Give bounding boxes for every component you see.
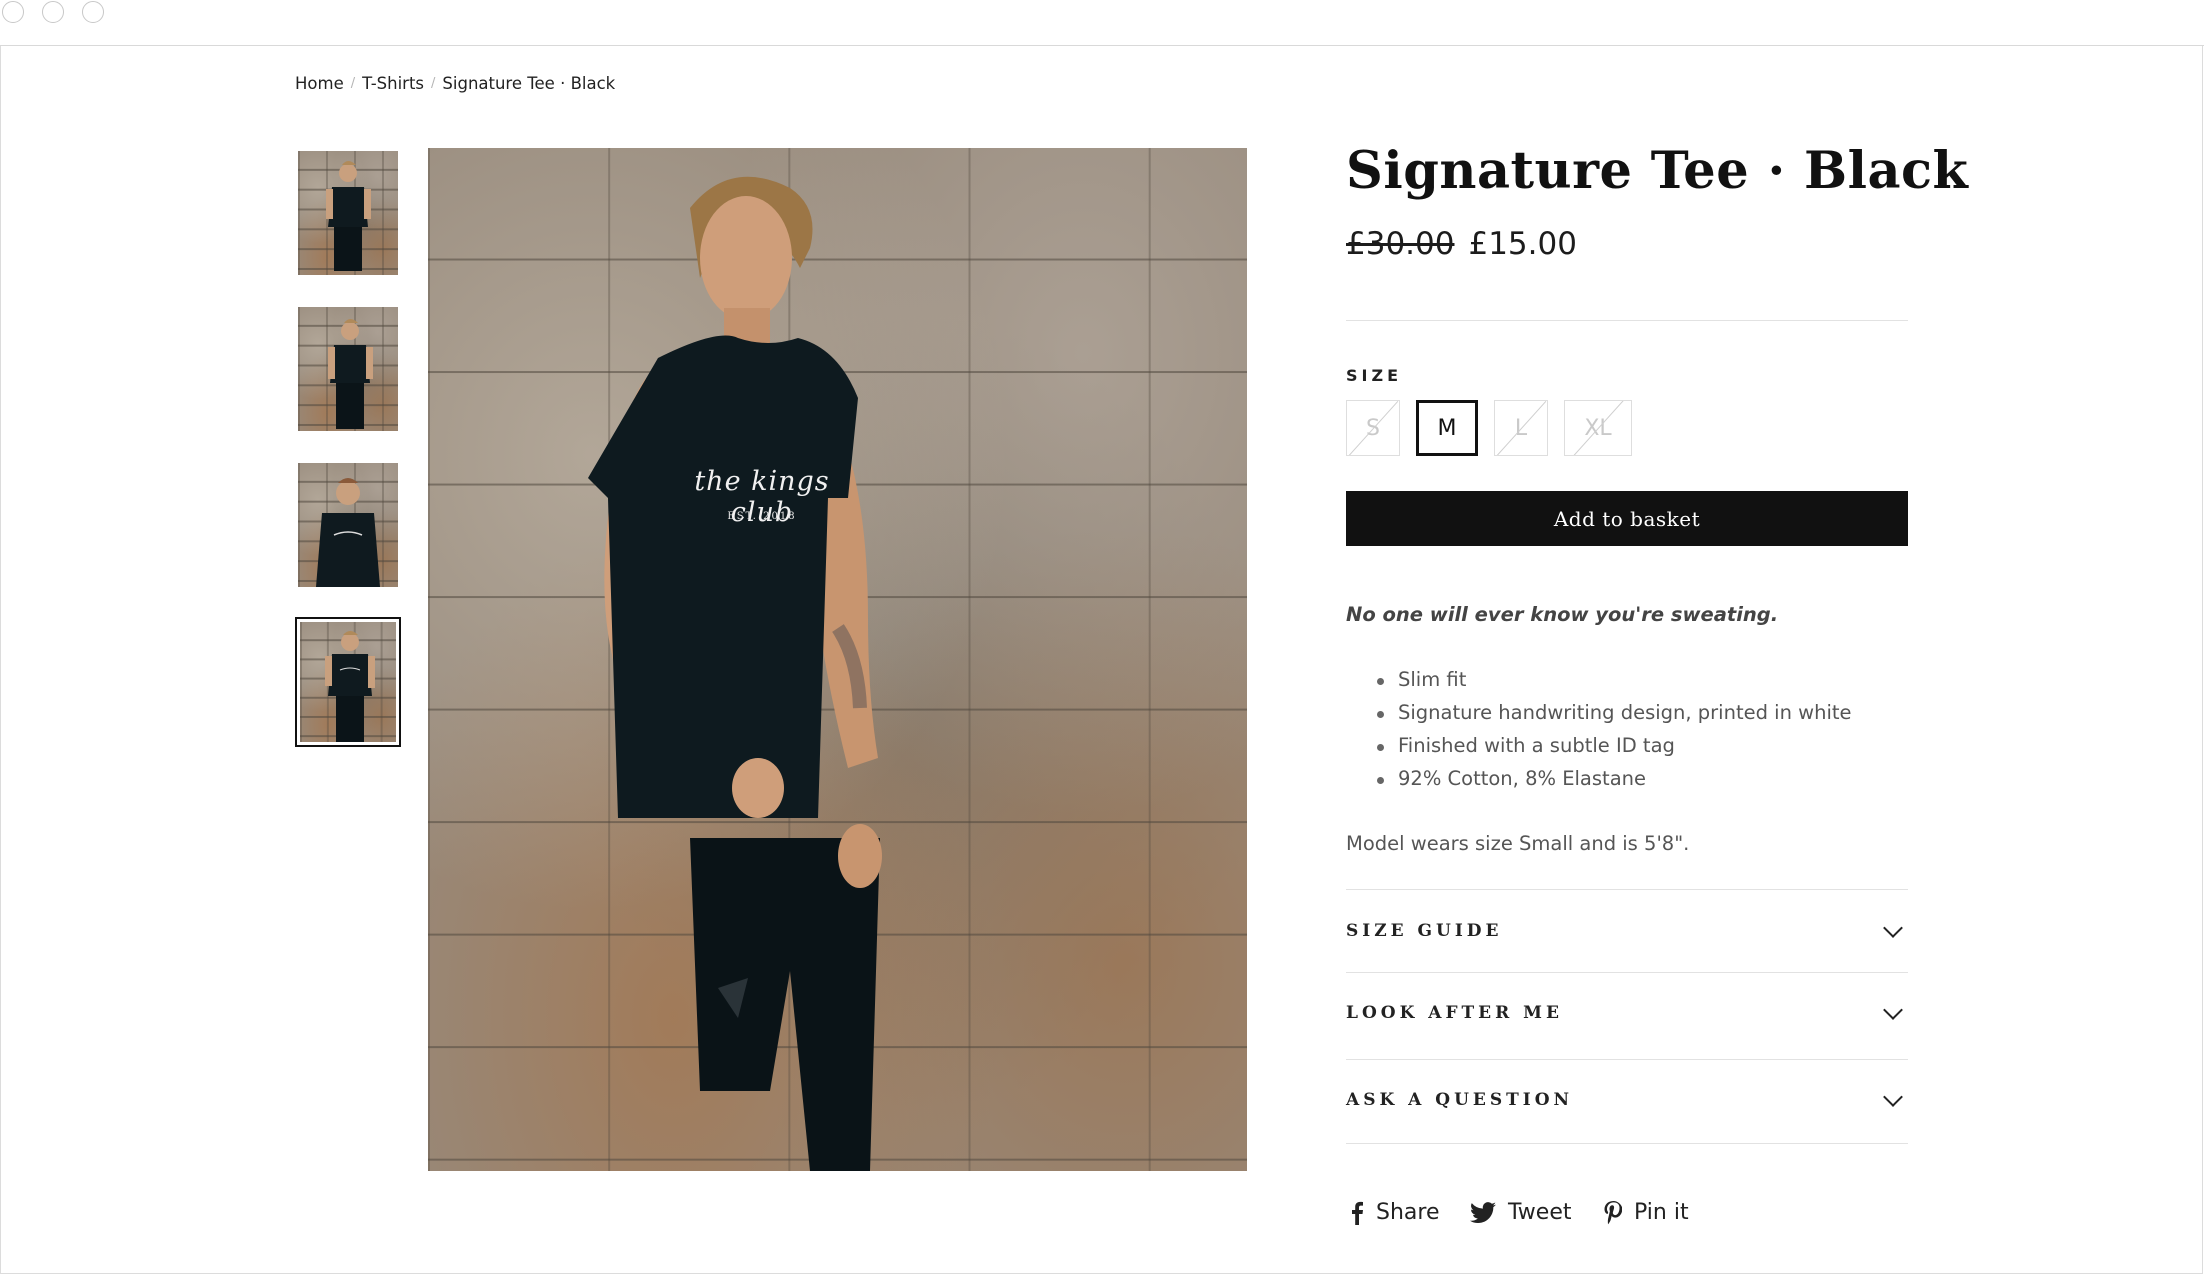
thumbnail-4-selected[interactable] [295,617,401,747]
model-figure-icon [326,161,371,271]
feature-item: Finished with a subtle ID tag [1373,732,1852,765]
size-option-label: M [1437,415,1457,441]
breadcrumb-separator: / [350,75,356,91]
thumbnail-image [298,307,398,431]
twitter-icon [1470,1201,1496,1223]
unavailable-strike [1566,401,1630,455]
sale-price: £15.00 [1468,226,1577,262]
share-label: Share [1376,1200,1440,1225]
accordion-size-guide[interactable]: SIZE GUIDE [1346,890,1908,972]
size-option-xl[interactable]: XL [1564,400,1632,456]
tee-print-subtext: EST. 2018 [727,511,797,522]
thumbnail-image [300,622,396,742]
accordion-label: LOOK AFTER ME [1346,1003,1563,1023]
size-option-l[interactable]: L [1494,400,1548,456]
chevron-down-icon [1883,1000,1903,1020]
accordion-ask-a-question[interactable]: ASK A QUESTION [1346,1059,1908,1141]
pin-label: Pin it [1634,1200,1689,1225]
model-figure-icon [316,478,380,587]
thumbnail-3[interactable] [295,460,401,590]
size-option-m[interactable]: M [1416,400,1478,456]
model-figure-icon [328,319,373,429]
model-note: Model wears size Small and is 5'8". [1346,832,1690,855]
share-pinterest-link[interactable]: Pin it [1604,1200,1689,1225]
feature-list: Slim fit Signature handwriting design, p… [1373,666,1852,798]
model-figure-icon [588,176,882,1171]
main-product-image[interactable]: the kings club EST. 2018 [428,148,1247,1171]
thumbnail-1[interactable] [295,148,401,278]
feature-item: 92% Cotton, 8% Elastane [1373,765,1852,798]
breadcrumb: Home / T-Shirts / Signature Tee · Black [295,71,615,95]
unavailable-strike [1348,401,1398,455]
model-figure-icon [325,631,375,742]
breadcrumb-home[interactable]: Home [295,74,344,93]
chevron-down-icon [1883,1087,1903,1107]
tweet-label: Tweet [1508,1200,1572,1225]
window-chrome [0,0,2204,46]
unavailable-strike [1496,401,1546,455]
size-label: SIZE [1346,366,1403,385]
breadcrumb-category[interactable]: T-Shirts [362,74,424,93]
feature-item: Signature handwriting design, printed in… [1373,699,1852,732]
divider [1346,1143,1908,1144]
size-option-s[interactable]: S [1346,400,1400,456]
original-price: £30.00 [1346,226,1455,262]
accordion-look-after-me[interactable]: LOOK AFTER ME [1346,972,1908,1054]
pinterest-icon [1604,1200,1622,1224]
window-maximize-dot[interactable] [82,1,104,23]
price-row: £30.00 £15.00 [1346,226,1577,262]
facebook-icon [1352,1201,1363,1225]
product-tagline: No one will ever know you're sweating. [1346,603,1779,626]
product-title: Signature Tee · Black [1346,141,1969,201]
thumbnail-image [298,463,398,587]
feature-item: Slim fit [1373,666,1852,699]
thumbnail-image [298,151,398,275]
accordion-label: SIZE GUIDE [1346,921,1503,941]
window-close-dot[interactable] [2,1,24,23]
breadcrumb-separator: / [431,75,436,91]
divider [1346,320,1908,321]
breadcrumb-current: Signature Tee · Black [442,73,616,93]
add-to-basket-button[interactable]: Add to basket [1346,491,1908,546]
share-twitter-link[interactable]: Tweet [1470,1200,1572,1225]
share-facebook-link[interactable]: Share [1350,1200,1440,1225]
chevron-down-icon [1883,918,1903,938]
thumbnail-2[interactable] [295,304,401,434]
window-minimize-dot[interactable] [42,1,64,23]
accordion-label: ASK A QUESTION [1346,1090,1574,1110]
